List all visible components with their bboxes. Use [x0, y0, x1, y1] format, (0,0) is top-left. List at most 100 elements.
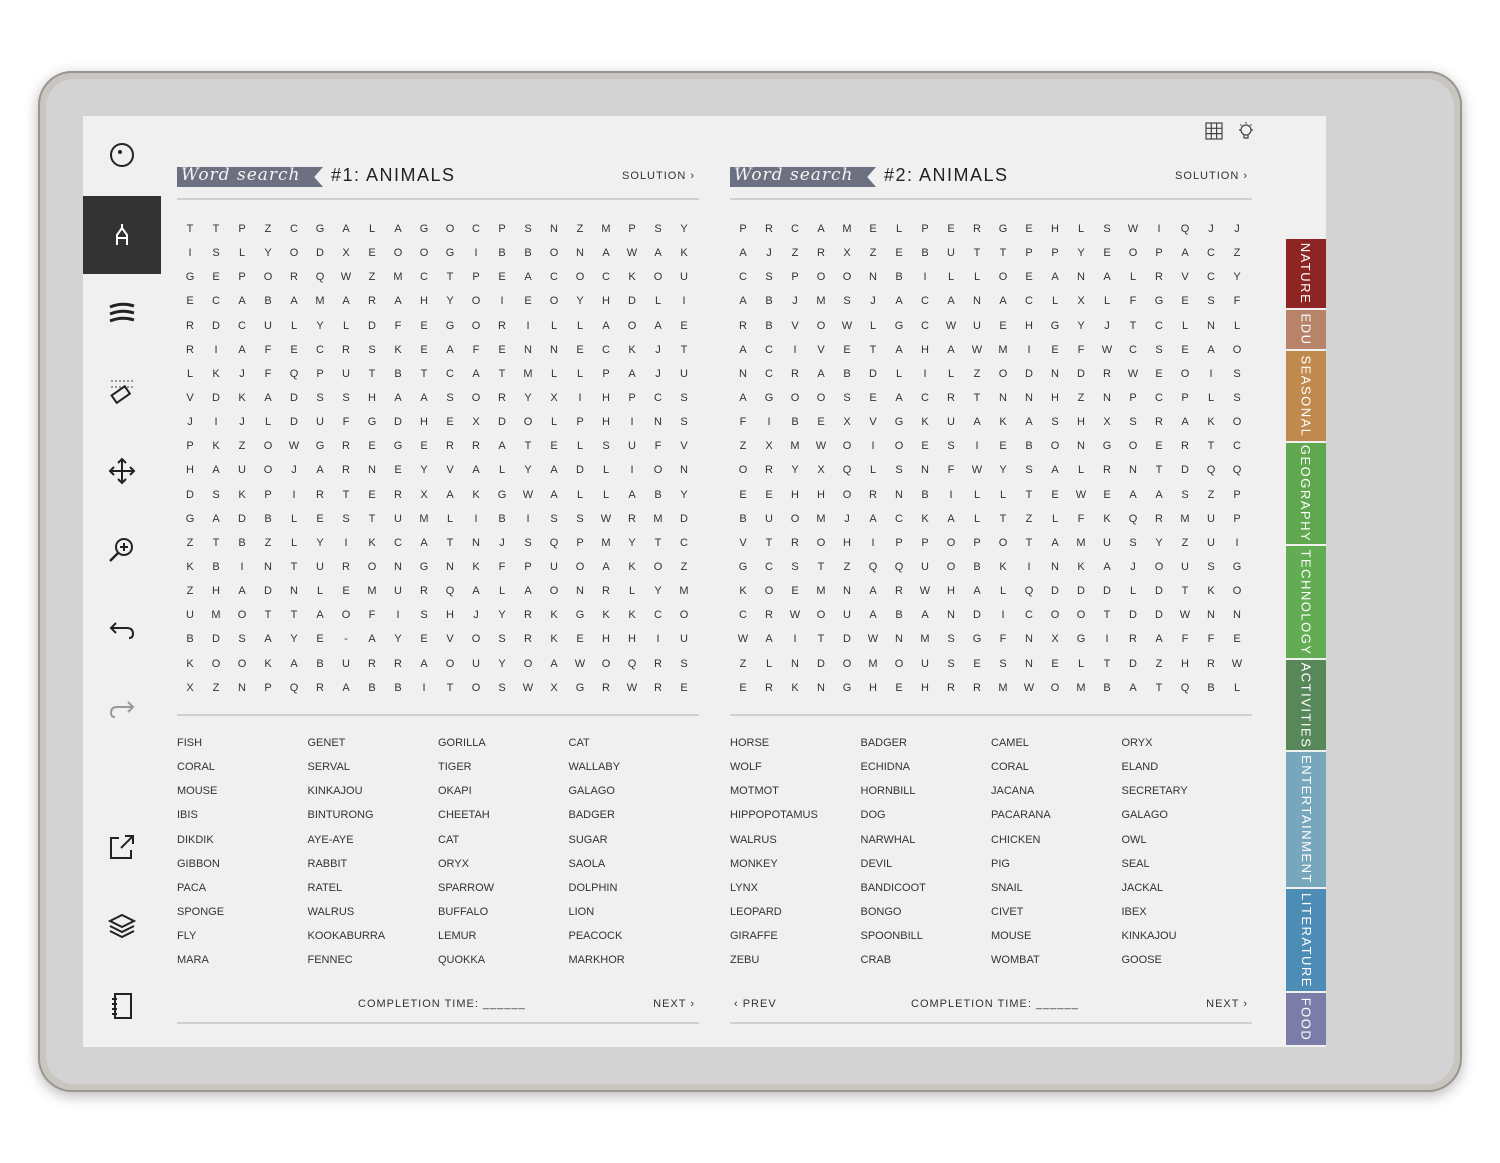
grid-letter: A	[238, 585, 246, 598]
grid-letter: J	[1208, 223, 1214, 235]
grid-letter: R	[1155, 512, 1163, 525]
grid-letter: L	[869, 464, 877, 477]
grid-letter: R	[628, 512, 636, 525]
grid-letter: G	[842, 681, 852, 694]
grid-letter: E	[1051, 488, 1059, 501]
tab-label: ACTIVITIES	[1298, 662, 1314, 748]
completion-time: COMPLETION TIME: ______	[358, 998, 526, 1010]
word-item: LYNX	[730, 881, 758, 894]
grid-letter: Q	[289, 367, 299, 380]
tab-edu[interactable]: EDU	[1286, 310, 1326, 349]
grid-letter: N	[999, 391, 1007, 404]
word-item: CHICKEN	[991, 833, 1041, 846]
grid-letter: Z	[238, 440, 246, 453]
grid-letter: T	[1025, 536, 1033, 549]
grid-letter: A	[999, 295, 1007, 308]
tab-nature[interactable]: NATURE	[1286, 239, 1326, 308]
grid-letter: V	[1181, 271, 1189, 284]
circle-dot-icon[interactable]	[83, 116, 161, 194]
grid-letter: M	[315, 295, 325, 308]
grid-letter: F	[368, 609, 376, 622]
grid-letter: P	[791, 271, 799, 284]
grid-letter: O	[679, 609, 689, 622]
layers-icon[interactable]	[83, 887, 161, 965]
grid-letter: M	[816, 295, 826, 308]
tab-entertainment[interactable]: ENTERTAINMENT	[1286, 752, 1326, 887]
word-item: DEVIL	[860, 857, 893, 870]
tab-activities[interactable]: ACTIVITIES	[1286, 660, 1326, 750]
grid-letter: O	[842, 271, 852, 284]
grid-letter: A	[869, 512, 877, 525]
zoom-icon[interactable]	[83, 511, 161, 589]
tab-seasonal[interactable]: SEASONAL	[1286, 351, 1326, 441]
grid-letter: P	[1233, 512, 1241, 525]
tab-geography[interactable]: GEOGRAPHY	[1286, 443, 1326, 544]
grid-letter: K	[186, 560, 194, 573]
word-item: PEACOCK	[568, 930, 623, 943]
grid-letter: N	[576, 585, 584, 598]
word-item: WALLABY	[568, 761, 621, 774]
grid-letter: T	[1155, 464, 1163, 477]
grid-letter: Y	[680, 488, 688, 501]
grid-letter: G	[445, 247, 455, 260]
grid-letter: L	[947, 367, 955, 380]
lightbulb-icon[interactable]	[1236, 121, 1256, 146]
grid-letter: N	[1025, 633, 1033, 646]
grid-letter: R	[1103, 367, 1111, 380]
prev-link[interactable]: ‹ PREV	[734, 998, 777, 1010]
word-item: PIG	[991, 857, 1010, 870]
grid-letter: E	[895, 681, 903, 694]
grid-letter: L	[446, 512, 454, 525]
grid-letter: E	[420, 440, 428, 453]
grid-letter: E	[1181, 343, 1189, 356]
word-item: WOMBAT	[991, 954, 1040, 967]
grid-letter: M	[1076, 536, 1086, 549]
grid-letter: C	[765, 367, 773, 380]
grid-letter: R	[895, 585, 903, 598]
grid-row: RIAFECRSKEAFENNECKJT	[177, 343, 699, 367]
grid-letter: W	[1101, 343, 1113, 356]
grid-letter: H	[1077, 416, 1085, 429]
move-icon[interactable]	[83, 432, 161, 510]
next-link[interactable]: NEXT ›	[653, 998, 695, 1010]
grid-letter: K	[186, 657, 194, 670]
grid-letter: G	[185, 271, 195, 284]
grid-letter: O	[816, 536, 826, 549]
grid-letter: A	[316, 609, 324, 622]
grid-letter: I	[578, 391, 582, 404]
grid-letter: E	[869, 391, 877, 404]
next-link[interactable]: NEXT ›	[1206, 998, 1248, 1010]
grid-letter: C	[921, 391, 929, 404]
grid-letter: C	[921, 295, 929, 308]
grid-letter: H	[446, 609, 454, 622]
solution-link[interactable]: SOLUTION ›	[622, 170, 695, 182]
grid-letter: T	[1103, 657, 1111, 670]
grid-letter: N	[1077, 271, 1085, 284]
grid-letter: I	[1105, 633, 1109, 646]
grid-letter: A	[420, 657, 428, 670]
grid-letter: C	[602, 343, 610, 356]
grid-letter: I	[526, 319, 530, 332]
tab-literature[interactable]: LITERATURE	[1286, 889, 1326, 991]
notebook-icon[interactable]	[83, 967, 161, 1045]
solution-link[interactable]: SOLUTION ›	[1175, 170, 1248, 182]
tab-food[interactable]: FOOD	[1286, 993, 1326, 1045]
eraser-icon[interactable]	[83, 353, 161, 431]
lines-icon[interactable]	[83, 274, 161, 352]
pen-icon[interactable]	[83, 196, 161, 274]
grid-letter: Q	[1232, 464, 1242, 477]
undo-icon[interactable]	[83, 590, 161, 668]
grid-letter: D	[186, 488, 194, 501]
grid-letter: S	[576, 512, 584, 525]
grid-row: GCSTZQQUOBKINKAJOUSG	[730, 560, 1252, 584]
grid-letter: O	[575, 271, 585, 284]
export-icon[interactable]	[83, 808, 161, 886]
word-item: LEOPARD	[730, 905, 782, 918]
redo-icon[interactable]	[83, 669, 161, 747]
grid-icon[interactable]	[1204, 121, 1224, 146]
tab-technology[interactable]: TECHNOLOGY	[1286, 546, 1326, 658]
grid-letter: A	[739, 295, 747, 308]
grid-letter: S	[895, 464, 903, 477]
grid-letter: U	[238, 464, 246, 477]
grid-letter: A	[290, 295, 298, 308]
